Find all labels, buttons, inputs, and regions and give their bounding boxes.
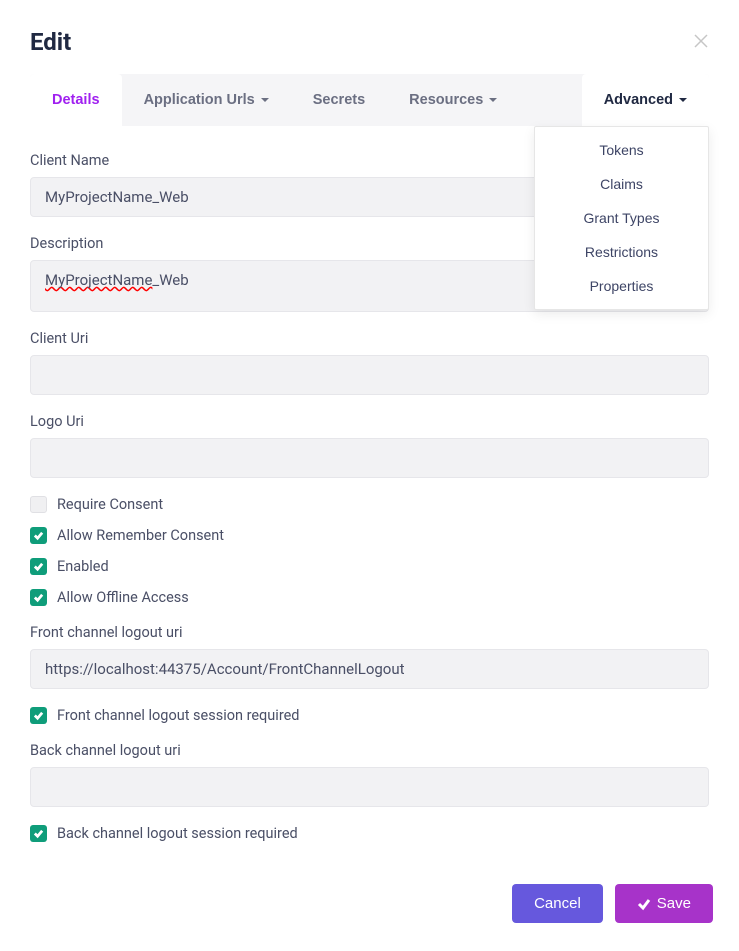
menu-item-restrictions[interactable]: Restrictions xyxy=(535,235,708,269)
check-icon xyxy=(33,530,44,541)
cancel-button-label: Cancel xyxy=(534,895,581,912)
save-button[interactable]: Save xyxy=(615,884,713,923)
logo-uri-input[interactable] xyxy=(30,438,709,478)
tab-resources[interactable]: Resources xyxy=(387,74,519,126)
require-consent-label: Require Consent xyxy=(57,496,163,513)
menu-item-claims[interactable]: Claims xyxy=(535,167,708,201)
menu-item-tokens[interactable]: Tokens xyxy=(535,133,708,167)
front-channel-logout-uri-input[interactable] xyxy=(30,649,709,689)
chevron-down-icon xyxy=(261,98,269,102)
check-back-channel-logout-session-required: Back channel logout session required xyxy=(30,825,709,842)
front-channel-logout-session-required-checkbox[interactable] xyxy=(30,707,47,724)
chevron-down-icon xyxy=(489,98,497,102)
check-front-channel-logout-session-required: Front channel logout session required xyxy=(30,707,709,724)
front-channel-logout-session-required-label: Front channel logout session required xyxy=(57,707,299,724)
chevron-down-icon xyxy=(679,98,687,102)
tab-details[interactable]: Details xyxy=(30,74,122,126)
cancel-button[interactable]: Cancel xyxy=(512,884,603,923)
save-button-label: Save xyxy=(657,895,691,912)
menu-item-grant-types[interactable]: Grant Types xyxy=(535,201,708,235)
allow-remember-consent-checkbox[interactable] xyxy=(30,527,47,544)
advanced-dropdown: Tokens Claims Grant Types Restrictions P… xyxy=(534,126,709,310)
tab-application-urls[interactable]: Application Urls xyxy=(122,74,291,126)
check-allow-offline-access: Allow Offline Access xyxy=(30,589,709,606)
enabled-label: Enabled xyxy=(57,558,109,575)
client-uri-input[interactable] xyxy=(30,355,709,395)
check-icon xyxy=(637,897,651,911)
close-button[interactable] xyxy=(693,33,709,52)
modal-title: Edit xyxy=(30,28,71,56)
back-channel-logout-session-required-checkbox[interactable] xyxy=(30,825,47,842)
tab-secrets[interactable]: Secrets xyxy=(291,74,387,126)
tab-label: Advanced xyxy=(604,92,673,108)
field-client-uri: Client Uri xyxy=(30,330,709,395)
back-channel-logout-uri-input[interactable] xyxy=(30,767,709,807)
allow-offline-access-checkbox[interactable] xyxy=(30,589,47,606)
allow-remember-consent-label: Allow Remember Consent xyxy=(57,527,224,544)
tab-label: Secrets xyxy=(313,92,365,108)
require-consent-checkbox[interactable] xyxy=(30,496,47,513)
close-icon xyxy=(693,33,709,49)
tab-label: Details xyxy=(52,92,100,108)
tab-bar: Details Application Urls Secrets Resourc… xyxy=(30,74,709,126)
modal-header: Edit xyxy=(0,0,739,74)
back-channel-logout-session-required-label: Back channel logout session required xyxy=(57,825,298,842)
check-icon xyxy=(33,710,44,721)
allow-offline-access-label: Allow Offline Access xyxy=(57,589,189,606)
logo-uri-label: Logo Uri xyxy=(30,413,709,430)
tab-label: Application Urls xyxy=(144,92,255,108)
description-text-prefix: MyProjectName xyxy=(45,271,152,289)
tab-label: Resources xyxy=(409,92,483,108)
check-enabled: Enabled xyxy=(30,558,709,575)
tab-advanced[interactable]: Advanced Tokens Claims Grant Types Restr… xyxy=(582,74,709,126)
modal-footer: Cancel Save xyxy=(0,866,739,951)
check-icon xyxy=(33,828,44,839)
enabled-checkbox[interactable] xyxy=(30,558,47,575)
field-back-channel-logout-uri: Back channel logout uri xyxy=(30,742,709,807)
check-icon xyxy=(33,561,44,572)
check-icon xyxy=(33,592,44,603)
field-logo-uri: Logo Uri xyxy=(30,413,709,478)
field-front-channel-logout-uri: Front channel logout uri xyxy=(30,624,709,689)
menu-item-properties[interactable]: Properties xyxy=(535,269,708,303)
edit-modal: Edit Details Application Urls Secrets Re… xyxy=(0,0,739,951)
check-require-consent: Require Consent xyxy=(30,496,709,513)
client-uri-label: Client Uri xyxy=(30,330,709,347)
check-allow-remember-consent: Allow Remember Consent xyxy=(30,527,709,544)
back-channel-logout-uri-label: Back channel logout uri xyxy=(30,742,709,759)
front-channel-logout-uri-label: Front channel logout uri xyxy=(30,624,709,641)
description-text-suffix: _Web xyxy=(152,271,188,289)
